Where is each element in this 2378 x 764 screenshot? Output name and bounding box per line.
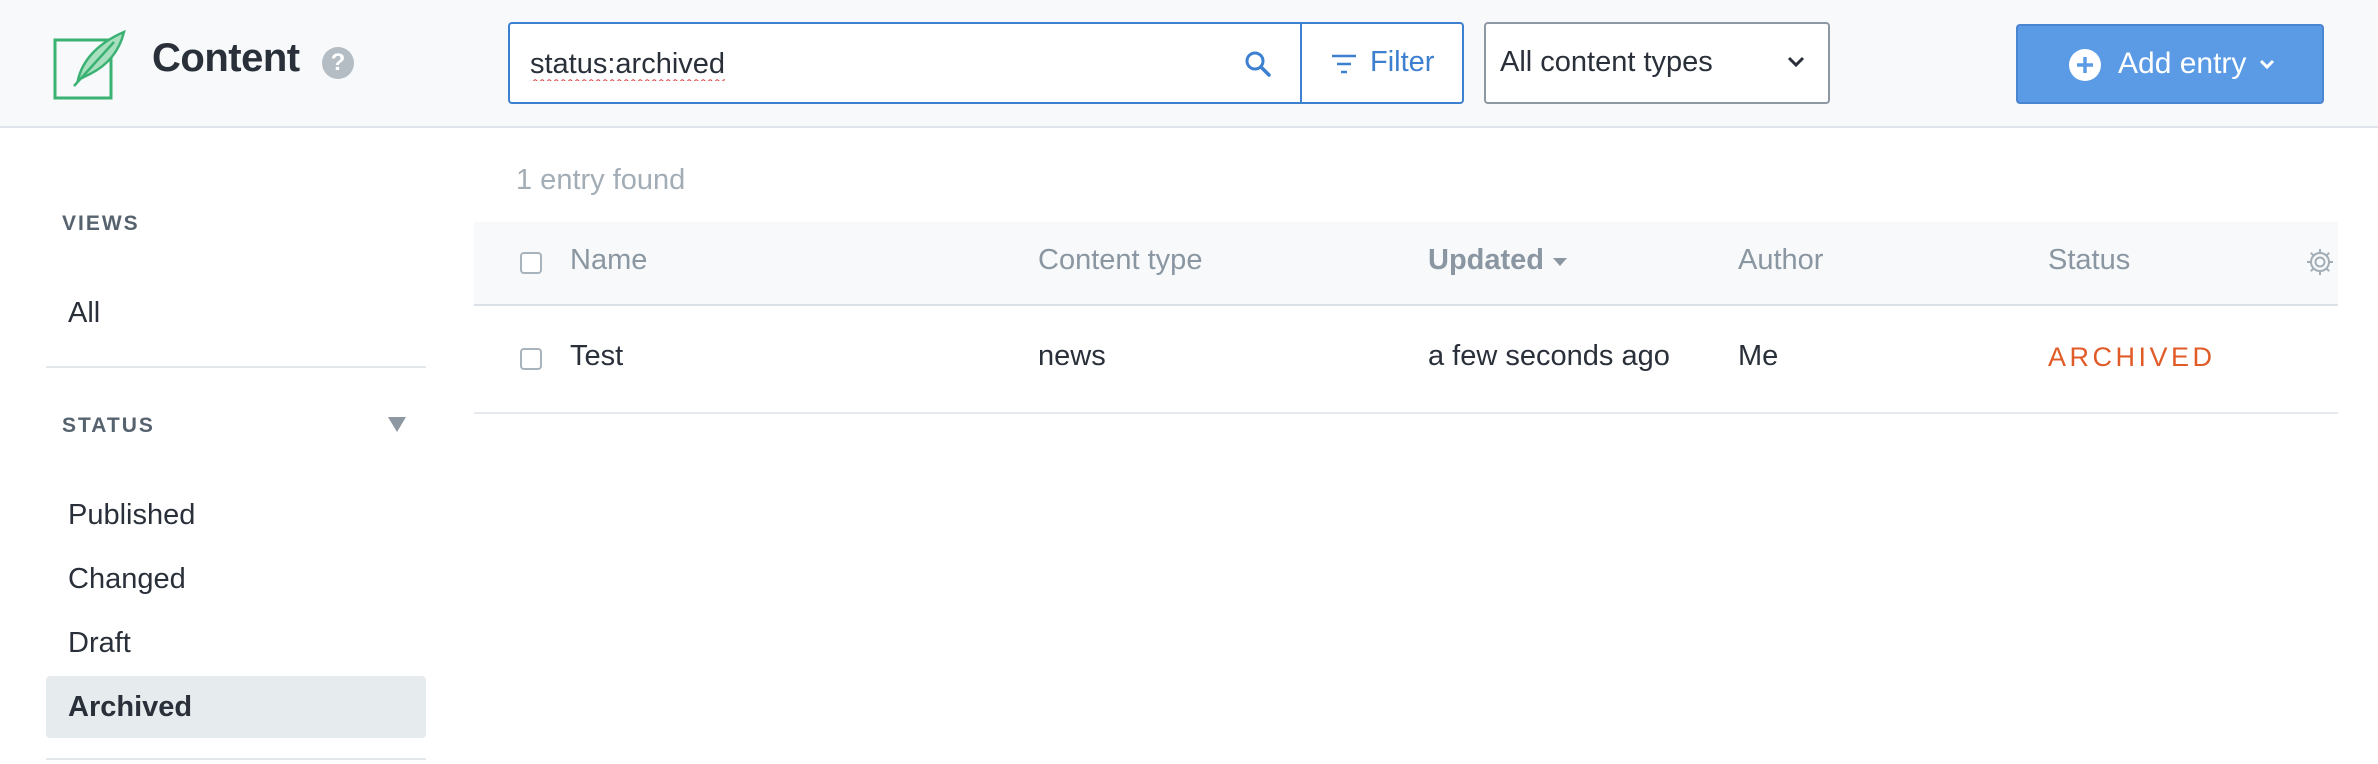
cell-author: Me — [1738, 340, 1779, 372]
quill-logo-icon — [53, 29, 126, 100]
search-icon[interactable] — [1242, 48, 1274, 80]
content-type-selected: All content types — [1500, 46, 1713, 78]
column-author[interactable]: Author — [1738, 244, 1823, 277]
caret-down-icon[interactable] — [1552, 256, 1568, 268]
row-checkbox[interactable] — [520, 348, 542, 370]
sidebar-item-published[interactable]: Published — [46, 484, 426, 546]
page-title: Content — [152, 36, 300, 80]
table-header: Name Content type Updated Author Status — [474, 222, 2338, 306]
cell-updated: a few seconds ago — [1428, 340, 1670, 372]
chevron-down-icon — [2259, 59, 2275, 70]
table-row[interactable]: Test news a few seconds ago Me ARCHIVED — [474, 306, 2338, 414]
column-status[interactable]: Status — [2048, 244, 2130, 277]
chevron-down-icon — [1787, 56, 1805, 68]
content-type-select[interactable]: All content types — [1484, 22, 1830, 104]
filter-button[interactable]: Filter — [1300, 24, 1464, 102]
sidebar-divider — [46, 366, 426, 368]
help-icon[interactable]: ? — [322, 47, 354, 79]
views-heading: VIEWS — [62, 212, 140, 235]
column-name[interactable]: Name — [570, 244, 647, 277]
select-all-checkbox[interactable] — [520, 252, 542, 274]
gear-icon[interactable] — [2304, 246, 2336, 278]
sidebar-item-archived[interactable]: Archived — [46, 676, 426, 738]
sidebar-item-all[interactable]: All — [46, 282, 426, 344]
add-entry-button[interactable]: Add entry — [2016, 24, 2324, 104]
entry-count: 1 entry found — [516, 164, 686, 196]
search-box: Filter — [508, 22, 1464, 104]
column-updated[interactable]: Updated — [1428, 244, 1544, 277]
sidebar-divider — [46, 758, 426, 760]
status-heading: STATUS — [62, 414, 155, 437]
filter-label: Filter — [1370, 46, 1435, 78]
sidebar-item-draft[interactable]: Draft — [46, 612, 426, 674]
status-badge: ARCHIVED — [2048, 342, 2216, 372]
cell-name[interactable]: Test — [570, 340, 623, 373]
search-input[interactable] — [530, 44, 1190, 84]
top-bar: Content ? Filter All content types Add — [0, 0, 2378, 128]
plus-circle-icon — [2069, 49, 2101, 81]
filter-icon — [1332, 54, 1356, 74]
triangle-down-icon[interactable] — [386, 414, 408, 434]
column-content-type[interactable]: Content type — [1038, 244, 1202, 277]
cell-content-type: news — [1038, 340, 1106, 372]
add-entry-label: Add entry — [2118, 47, 2247, 80]
sidebar-item-changed[interactable]: Changed — [46, 548, 426, 610]
